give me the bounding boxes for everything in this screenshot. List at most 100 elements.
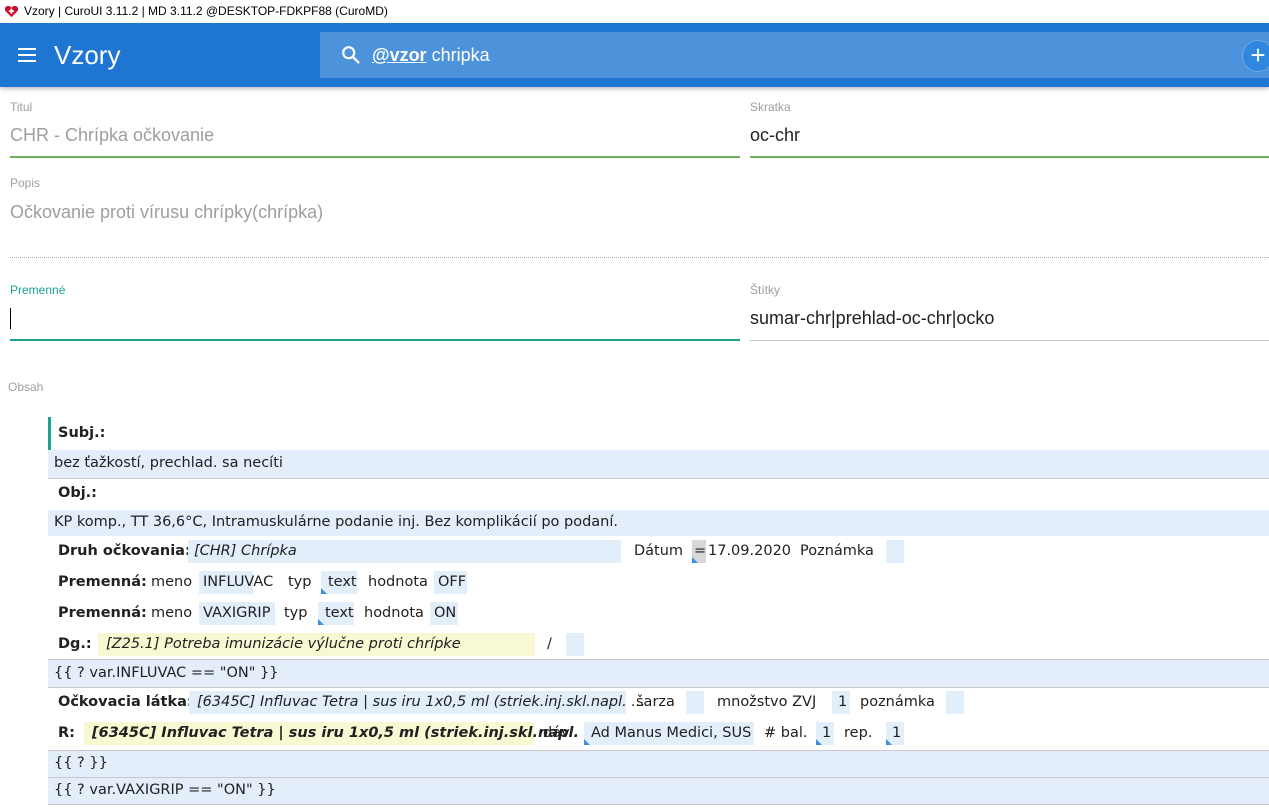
dg-extra-field[interactable] xyxy=(566,633,584,656)
subj-text: bez ťažkostí, prechlad. sa necíti xyxy=(54,455,283,471)
poznamka-label: Poznámka xyxy=(800,543,874,559)
var1-meno-label: meno xyxy=(151,574,193,590)
druh-row: Druh očkovania: [CHR] Chrípka Dátum = 17… xyxy=(48,537,1269,566)
stitky-label: Štítky xyxy=(750,283,781,297)
divider xyxy=(48,804,1269,805)
rep-field[interactable]: 1 xyxy=(886,722,904,745)
obj-text-row[interactable]: KP komp., TT 36,6°C, Intramuskulárne pod… xyxy=(48,510,1269,536)
mnozstvo-value: 1 xyxy=(838,694,848,710)
druh-label: Druh očkovania: xyxy=(58,543,191,559)
stitky-field[interactable]: sumar-chr|prehlad-oc-chr|ocko xyxy=(750,308,994,329)
field-marker xyxy=(318,619,324,625)
var1-typ-label: typ xyxy=(288,574,312,590)
search-input[interactable]: @vzor chripka xyxy=(372,45,490,65)
dg-field[interactable]: [Z25.1] Potreba imunizácie výlučne proti… xyxy=(98,633,535,656)
cond2-text: {{ ? var.VAXIGRIP == "ON" }} xyxy=(54,782,276,798)
dg-row: Dg.: [Z25.1] Potreba imunizácie výlučne … xyxy=(48,630,1269,659)
datum-eq-field[interactable]: = xyxy=(692,540,706,563)
titul-label: Titul xyxy=(10,100,33,114)
page-title: Vzory xyxy=(54,40,121,70)
field-marker xyxy=(321,588,327,594)
stitky-underline xyxy=(750,340,1269,341)
text-cursor xyxy=(10,307,11,329)
var2-row: Premenná: meno VAXIGRIP typ text hodnota… xyxy=(48,599,1269,628)
bal-value: 1 xyxy=(822,725,832,741)
poznamka-field[interactable] xyxy=(886,540,904,563)
var1-row: Premenná: meno INFLUVAC typ text hodnota… xyxy=(48,568,1269,597)
var2-hodnota: ON xyxy=(434,605,457,621)
field-marker xyxy=(584,739,590,745)
var1-hodnota-field[interactable]: OFF xyxy=(434,571,467,594)
skratka-underline xyxy=(750,156,1269,158)
subj-label: Subj.: xyxy=(58,425,106,441)
r-field[interactable]: [6345C] Influvac Tetra | sus iru 1x0,5 m… xyxy=(84,722,601,745)
var2-hodnota-label: hodnota xyxy=(364,605,424,621)
obj-label: Obj.: xyxy=(58,485,97,501)
app-logo-icon xyxy=(4,5,19,18)
dav-label: dáv. xyxy=(543,725,574,741)
popis-label: Popis xyxy=(10,176,41,190)
rep-label: rep. xyxy=(844,725,873,741)
bal-label: # bal. xyxy=(764,725,808,741)
var1-meno-field[interactable]: INFLUVAC xyxy=(199,571,273,594)
menu-icon[interactable] xyxy=(16,43,40,67)
field-marker xyxy=(692,557,698,563)
obj-text: KP komp., TT 36,6°C, Intramuskulárne pod… xyxy=(54,514,619,530)
var2-typ-field[interactable]: text xyxy=(318,602,354,625)
mnozstvo-label: množstvo ZVJ xyxy=(717,694,817,710)
field-marker xyxy=(816,739,822,745)
obsah-label: Obsah xyxy=(8,380,44,394)
druh-value: [CHR] Chrípka xyxy=(194,543,297,559)
premenne-label: Premenné xyxy=(10,283,66,297)
cond-end-row[interactable]: {{ ? }} xyxy=(48,751,1269,777)
window-titlebar: Vzory | CuroUI 3.11.2 | MD 3.11.2 @DESKT… xyxy=(0,0,1269,23)
sarza-field[interactable] xyxy=(686,691,704,714)
search-bar[interactable]: @vzor chripka xyxy=(320,32,1269,78)
r-value: [6345C] Influvac Tetra | sus iru 1x0,5 m… xyxy=(92,725,601,741)
search-token: @vzor xyxy=(372,45,427,65)
mnozstvo-field[interactable]: 1 xyxy=(832,691,850,714)
search-query: chripka xyxy=(431,45,490,65)
datum-label: Dátum xyxy=(634,543,684,559)
bal-field[interactable]: 1 xyxy=(816,722,834,745)
dg-label: Dg.: xyxy=(58,636,92,652)
cond1-text: {{ ? var.INFLUVAC == "ON" }} xyxy=(54,665,279,681)
subj-text-row[interactable]: bez ťažkostí, prechlad. sa necíti xyxy=(48,450,1269,478)
cond2-row[interactable]: {{ ? var.VAXIGRIP == "ON" }} xyxy=(48,778,1269,804)
cond1-row[interactable]: {{ ? var.INFLUVAC == "ON" }} xyxy=(48,660,1269,687)
var2-meno-field[interactable]: VAXIGRIP xyxy=(199,602,275,625)
popis-underline xyxy=(10,257,1269,258)
latka-label: Očkovacia látka: xyxy=(58,694,193,710)
var2-label: Premenná: xyxy=(58,605,147,621)
r-row: R: [6345C] Influvac Tetra | sus iru 1x0,… xyxy=(48,719,1269,748)
latka-field[interactable]: [6345C] Influvac Tetra | sus iru 1x0,5 m… xyxy=(189,691,645,714)
var1-hodnota-label: hodnota xyxy=(368,574,428,590)
skratka-field[interactable]: oc-chr xyxy=(750,125,800,146)
premenne-field[interactable] xyxy=(10,307,11,329)
content-editor[interactable]: Subj.: bez ťažkostí, prechlad. sa necíti… xyxy=(48,417,1269,812)
add-icon[interactable]: + xyxy=(1242,40,1269,72)
popis-field[interactable]: Očkovanie proti vírusu chrípky(chrípka) xyxy=(10,202,323,223)
app-bar: Vzory @vzor chripka + xyxy=(0,23,1269,87)
dg-value: [Z25.1] Potreba imunizácie výlučne proti… xyxy=(106,636,461,652)
var1-hodnota: OFF xyxy=(438,574,467,590)
search-icon[interactable] xyxy=(340,44,362,66)
obj-row: Obj.: xyxy=(48,479,1269,508)
latka-poznamka-label: poznámka xyxy=(860,694,935,710)
var2-typ: text xyxy=(325,605,354,621)
skratka-label: Skratka xyxy=(750,100,791,114)
latka-row: Očkovacia látka: [6345C] Influvac Tetra … xyxy=(48,688,1269,717)
latka-poznamka-field[interactable] xyxy=(946,691,964,714)
var2-hodnota-field[interactable]: ON xyxy=(430,602,458,625)
var1-meno: INFLUVAC xyxy=(203,574,274,590)
var1-typ-field[interactable]: text xyxy=(321,571,357,594)
window-title: Vzory | CuroUI 3.11.2 | MD 3.11.2 @DESKT… xyxy=(24,4,388,18)
druh-field[interactable]: [CHR] Chrípka xyxy=(188,540,621,563)
sarza-label: šarza xyxy=(636,694,675,710)
datum-value: 17.09.2020 xyxy=(708,543,792,559)
field-marker xyxy=(886,739,892,745)
titul-field[interactable]: CHR - Chrípka očkovanie xyxy=(10,125,214,146)
var1-typ: text xyxy=(328,574,357,590)
dav-field[interactable]: Ad Manus Medici, SUS xyxy=(584,722,754,745)
var2-meno-label: meno xyxy=(151,605,193,621)
